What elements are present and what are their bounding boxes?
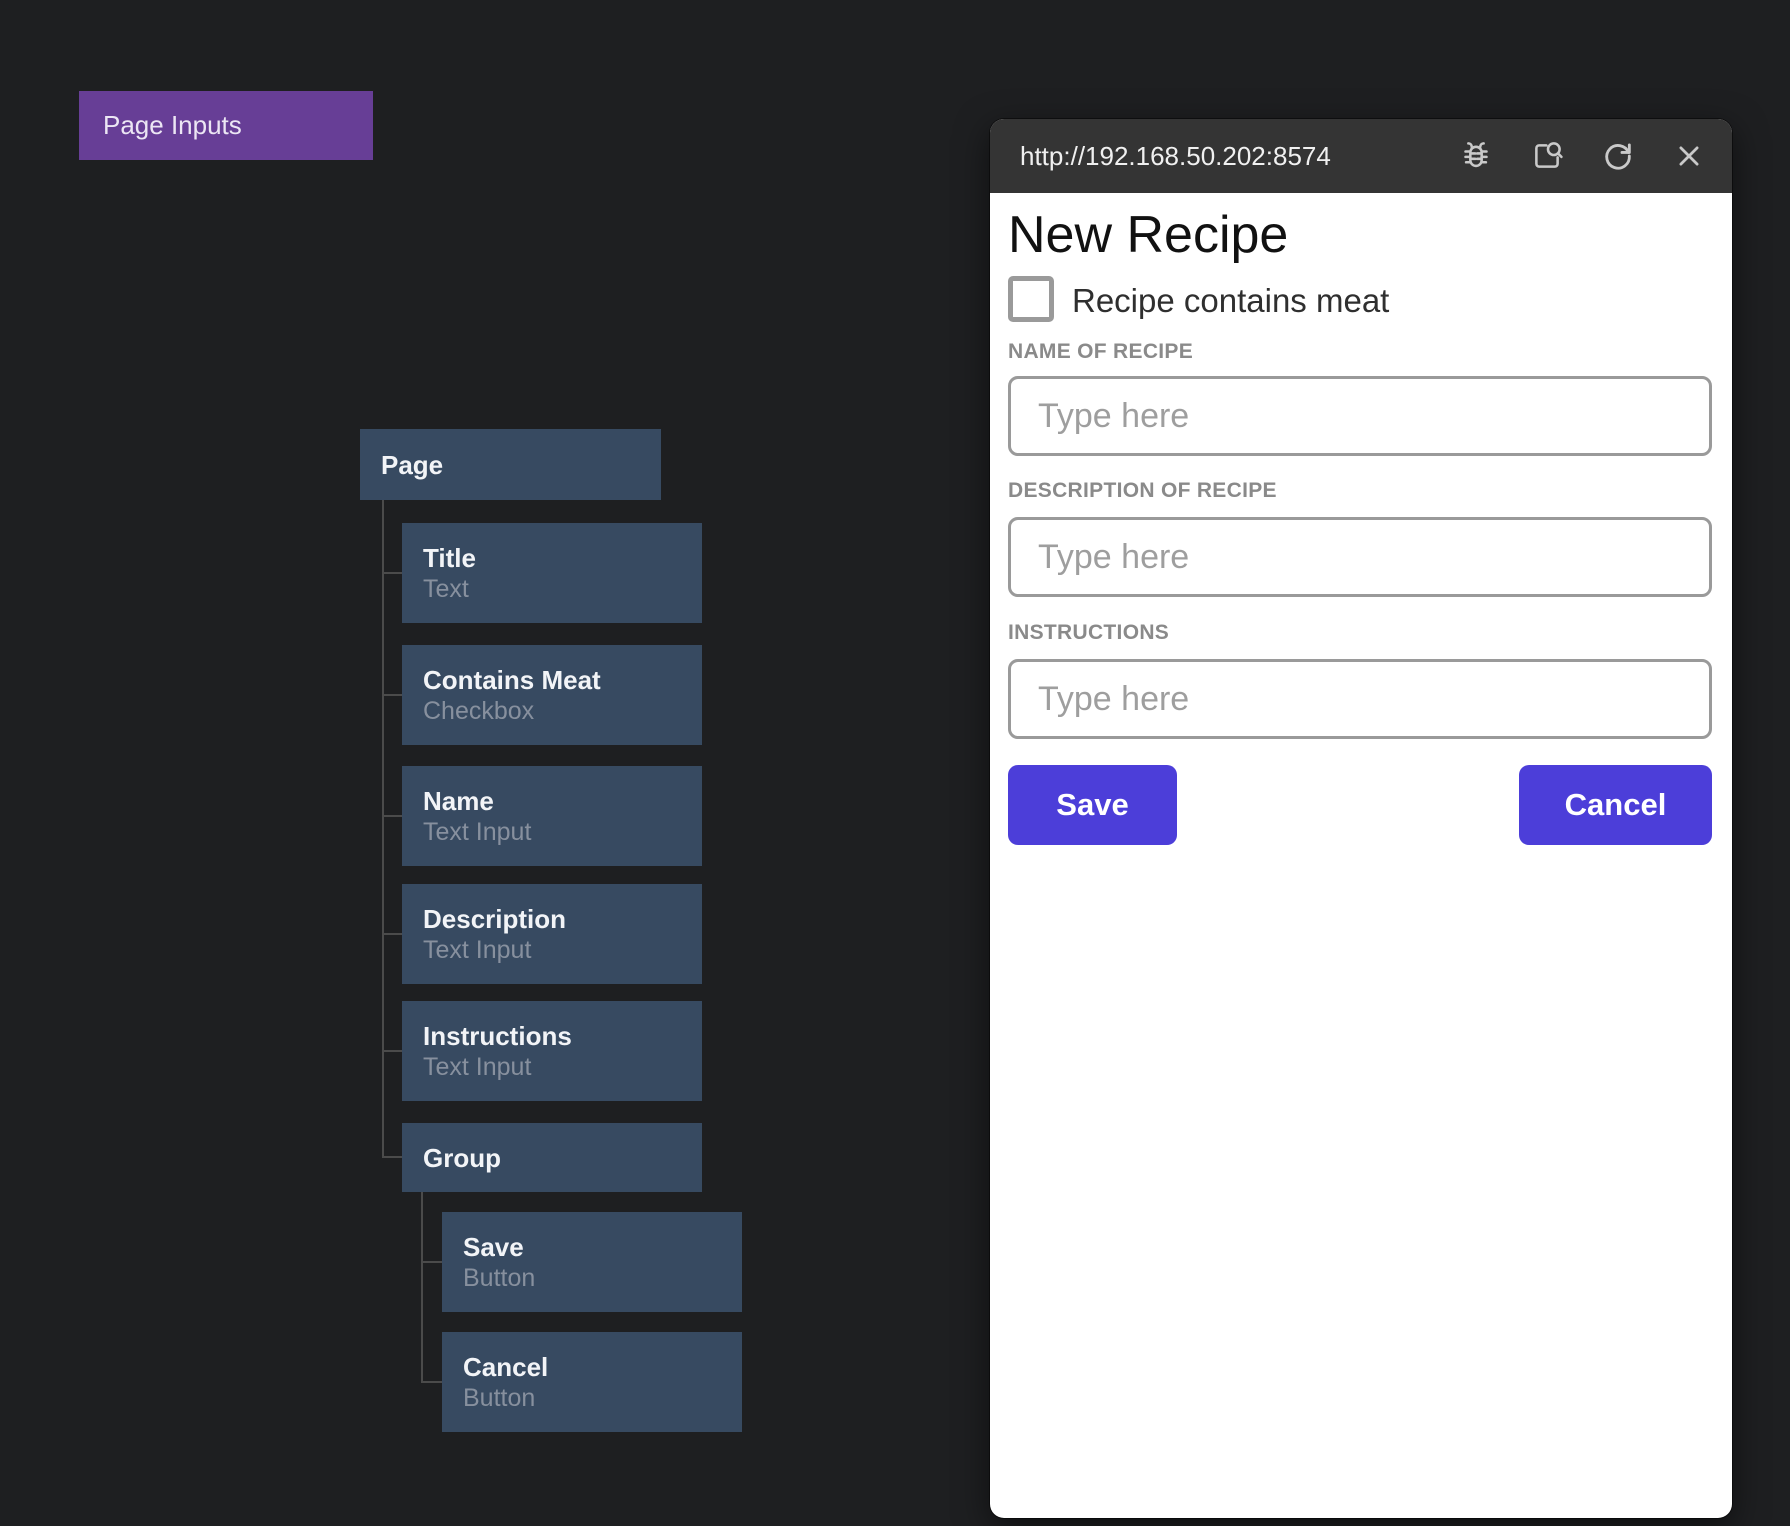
bug-icon	[1459, 139, 1493, 173]
address-url: http://192.168.50.202:8574	[990, 141, 1331, 172]
tree-node-save-button[interactable]: Save Button	[442, 1212, 742, 1312]
page-inputs-tab[interactable]: Page Inputs	[79, 91, 373, 160]
contains-meat-checkbox[interactable]	[1008, 276, 1054, 322]
tree-node-subtitle: Button	[463, 1263, 742, 1294]
refresh-icon	[1601, 139, 1635, 173]
page-title: New Recipe	[1008, 203, 1288, 267]
tree-node-title: Page	[381, 449, 661, 481]
tree-connector-tick	[421, 1261, 442, 1263]
tree-node-cancel-button[interactable]: Cancel Button	[442, 1332, 742, 1432]
tree-connector-tick	[382, 933, 402, 935]
debug-button[interactable]	[1459, 139, 1493, 173]
preview-topbar: http://192.168.50.202:8574	[990, 119, 1732, 193]
description-field-label: DESCRIPTION OF RECIPE	[1008, 479, 1277, 503]
tree-node-subtitle: Text Input	[423, 935, 702, 966]
description-input[interactable]	[1008, 517, 1712, 597]
tree-node-subtitle: Button	[463, 1383, 742, 1414]
page-inputs-label: Page Inputs	[103, 110, 242, 141]
tree-connector-tick	[382, 1156, 402, 1158]
builder-canvas: Page Inputs Page Title Text Contains Mea…	[0, 0, 1790, 1526]
tree-node-title: Group	[423, 1142, 702, 1174]
tree-connector-tick	[382, 1050, 402, 1052]
tree-connector-tick	[382, 694, 402, 696]
instructions-field-label: INSTRUCTIONS	[1008, 621, 1169, 645]
tree-node-title-text[interactable]: Title Text	[402, 523, 702, 623]
topbar-icons	[1459, 139, 1732, 173]
tree-node-subtitle: Text Input	[423, 1052, 702, 1083]
tree-connector-vertical-group	[421, 1192, 423, 1383]
instructions-input[interactable]	[1008, 659, 1712, 739]
name-field-label: NAME OF RECIPE	[1008, 340, 1193, 364]
tree-node-page[interactable]: Page	[360, 429, 661, 500]
cancel-button[interactable]: Cancel	[1519, 765, 1712, 845]
tree-node-title: Instructions	[423, 1020, 702, 1052]
preview-window: http://192.168.50.202:8574	[990, 119, 1732, 1518]
tree-connector-tick	[382, 815, 402, 817]
tree-connector-tick	[421, 1381, 442, 1383]
tree-node-description[interactable]: Description Text Input	[402, 884, 702, 984]
tree-node-instructions[interactable]: Instructions Text Input	[402, 1001, 702, 1101]
tree-node-title: Description	[423, 903, 702, 935]
tree-node-title: Name	[423, 785, 702, 817]
close-icon	[1674, 141, 1704, 171]
tree-node-group[interactable]: Group	[402, 1123, 702, 1192]
tree-node-name[interactable]: Name Text Input	[402, 766, 702, 866]
tree-connector-tick	[382, 572, 402, 574]
tree-node-title: Cancel	[463, 1351, 742, 1383]
tree-node-subtitle: Text Input	[423, 817, 702, 848]
close-button[interactable]	[1672, 139, 1706, 173]
open-preview-button[interactable]	[1530, 139, 1564, 173]
tree-node-title: Contains Meat	[423, 664, 702, 696]
tree-node-title: Title	[423, 542, 702, 574]
tree-node-contains-meat[interactable]: Contains Meat Checkbox	[402, 645, 702, 745]
tree-node-title: Save	[463, 1231, 742, 1263]
open-preview-icon	[1530, 139, 1564, 173]
contains-meat-label: Recipe contains meat	[1072, 278, 1389, 324]
save-button[interactable]: Save	[1008, 765, 1177, 845]
tree-node-subtitle: Checkbox	[423, 696, 702, 727]
tree-node-subtitle: Text	[423, 574, 702, 605]
name-input[interactable]	[1008, 376, 1712, 456]
refresh-button[interactable]	[1601, 139, 1635, 173]
tree-connector-vertical	[382, 500, 384, 1158]
